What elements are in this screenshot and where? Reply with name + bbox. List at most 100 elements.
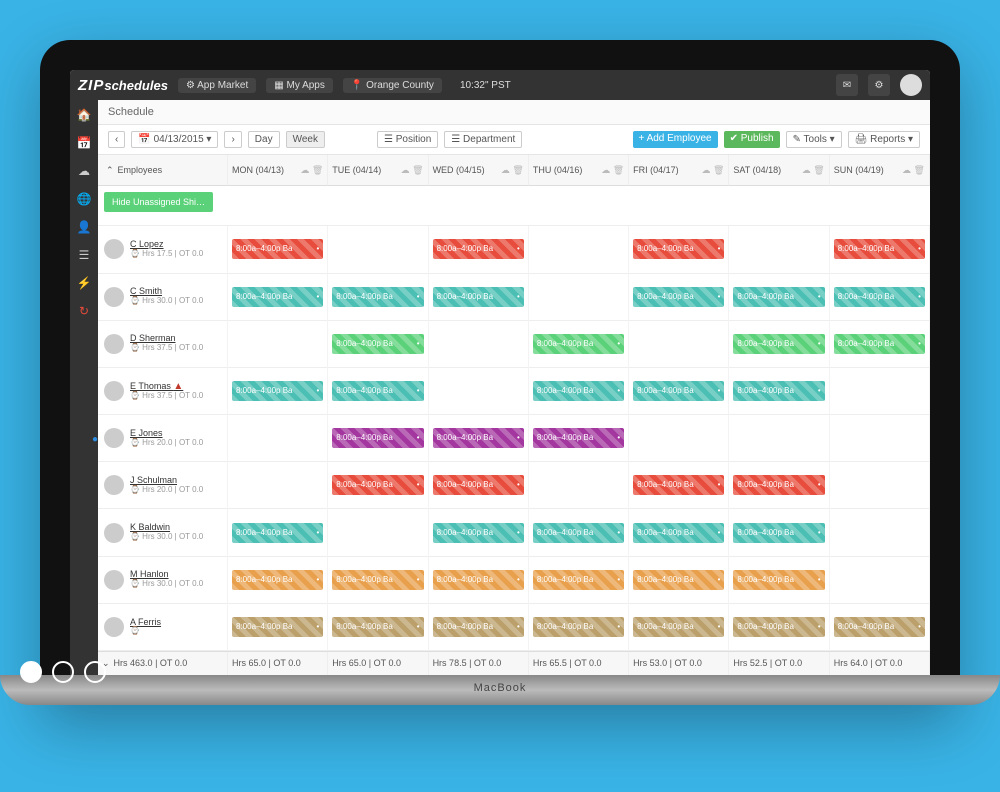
shift-block[interactable]: 8:00a–4:00p Ba [633, 239, 724, 259]
empty-cell[interactable] [529, 226, 629, 273]
shift-cell[interactable]: 8:00a–4:00p Ba [729, 557, 829, 604]
my-apps-button[interactable]: ▦ My Apps [266, 78, 333, 93]
shift-cell[interactable]: 8:00a–4:00p Ba [228, 509, 328, 556]
shift-cell[interactable]: 8:00a–4:00p Ba [830, 321, 930, 368]
shift-cell[interactable]: 8:00a–4:00p Ba [328, 368, 428, 415]
view-day-button[interactable]: Day [248, 131, 280, 148]
app-market-button[interactable]: ⚙ App Market [178, 78, 256, 93]
sidebar-list-icon[interactable]: ☰ [79, 248, 90, 262]
shift-cell[interactable]: 8:00a–4:00p Ba [729, 462, 829, 509]
brand[interactable]: ZIPschedules [78, 77, 168, 94]
shift-block[interactable]: 8:00a–4:00p Ba [433, 617, 524, 637]
mail-icon[interactable]: ✉ [836, 74, 858, 96]
employee-cell[interactable]: C Smith ⌚ Hrs 30.0 | OT 0.0 [98, 274, 228, 321]
sidebar-user-icon[interactable]: 👤 [77, 220, 92, 234]
shift-block[interactable]: 8:00a–4:00p Ba [633, 570, 724, 590]
shift-block[interactable]: 8:00a–4:00p Ba [533, 428, 624, 448]
employee-cell[interactable]: K Baldwin ⌚ Hrs 30.0 | OT 0.0 [98, 509, 228, 556]
shift-block[interactable]: 8:00a–4:00p Ba [633, 523, 724, 543]
shift-cell[interactable]: 8:00a–4:00p Ba [328, 604, 428, 651]
empty-cell[interactable] [629, 415, 729, 462]
shift-block[interactable]: 8:00a–4:00p Ba [332, 617, 423, 637]
shift-cell[interactable]: 8:00a–4:00p Ba [729, 604, 829, 651]
day-header[interactable]: THU (04/16)☁ 🗑 [529, 155, 629, 186]
shift-block[interactable]: 8:00a–4:00p Ba [332, 570, 423, 590]
day-header[interactable]: FRI (04/17)☁ 🗑 [629, 155, 729, 186]
shift-block[interactable]: 8:00a–4:00p Ba [533, 523, 624, 543]
empty-cell[interactable] [228, 462, 328, 509]
empty-cell[interactable] [429, 368, 529, 415]
empty-cell[interactable] [328, 226, 428, 273]
empty-cell[interactable] [529, 274, 629, 321]
shift-cell[interactable]: 8:00a–4:00p Ba [529, 604, 629, 651]
shift-cell[interactable]: 8:00a–4:00p Ba [429, 557, 529, 604]
sidebar-calendar-icon[interactable]: 📅 [77, 136, 92, 150]
shift-cell[interactable]: 8:00a–4:00p Ba [228, 226, 328, 273]
next-button[interactable]: › [224, 131, 241, 148]
employee-cell[interactable]: C Lopez ⌚ Hrs 17.5 | OT 0.0 [98, 226, 228, 273]
shift-block[interactable]: 8:00a–4:00p Ba [433, 428, 524, 448]
shift-block[interactable]: 8:00a–4:00p Ba [232, 570, 323, 590]
shift-cell[interactable]: 8:00a–4:00p Ba [328, 557, 428, 604]
shift-cell[interactable]: 8:00a–4:00p Ba [729, 368, 829, 415]
sidebar-home-icon[interactable]: 🏠 [77, 108, 92, 122]
employee-cell[interactable]: J Schulman ⌚ Hrs 20.0 | OT 0.0 [98, 462, 228, 509]
shift-cell[interactable]: 8:00a–4:00p Ba [429, 604, 529, 651]
day-header[interactable]: WED (04/15)☁ 🗑 [429, 155, 529, 186]
prev-button[interactable]: ‹ [108, 131, 125, 148]
location-button[interactable]: 📍 Orange County [343, 78, 442, 93]
shift-cell[interactable]: 8:00a–4:00p Ba [529, 509, 629, 556]
day-header[interactable]: SAT (04/18)☁ 🗑 [729, 155, 829, 186]
shift-cell[interactable]: 8:00a–4:00p Ba [529, 415, 629, 462]
position-button[interactable]: ☰ Position [377, 131, 438, 148]
shift-cell[interactable]: 8:00a–4:00p Ba [729, 274, 829, 321]
empty-cell[interactable] [830, 415, 930, 462]
empty-cell[interactable] [629, 321, 729, 368]
shift-cell[interactable]: 8:00a–4:00p Ba [629, 274, 729, 321]
add-employee-button[interactable]: + Add Employee [633, 131, 718, 148]
empty-cell[interactable] [429, 321, 529, 368]
shift-block[interactable]: 8:00a–4:00p Ba [834, 287, 925, 307]
shift-block[interactable]: 8:00a–4:00p Ba [733, 523, 824, 543]
shift-block[interactable]: 8:00a–4:00p Ba [332, 475, 423, 495]
shift-block[interactable]: 8:00a–4:00p Ba [633, 381, 724, 401]
shift-cell[interactable]: 8:00a–4:00p Ba [228, 274, 328, 321]
employee-cell[interactable]: ● E Jones ⌚ Hrs 20.0 | OT 0.0 [98, 415, 228, 462]
shift-cell[interactable]: 8:00a–4:00p Ba [629, 368, 729, 415]
shift-cell[interactable]: 8:00a–4:00p Ba [328, 274, 428, 321]
shift-cell[interactable]: 8:00a–4:00p Ba [629, 226, 729, 273]
shift-block[interactable]: 8:00a–4:00p Ba [433, 287, 524, 307]
shift-block[interactable]: 8:00a–4:00p Ba [232, 617, 323, 637]
empty-cell[interactable] [830, 368, 930, 415]
shift-block[interactable]: 8:00a–4:00p Ba [332, 334, 423, 354]
employee-cell[interactable]: A Ferris ⌚ [98, 604, 228, 651]
department-button[interactable]: ☰ Department [444, 131, 522, 148]
day-header[interactable]: MON (04/13)☁ 🗑 [228, 155, 328, 186]
tools-button[interactable]: ✎ Tools ▾ [786, 131, 842, 148]
shift-block[interactable]: 8:00a–4:00p Ba [433, 475, 524, 495]
shift-block[interactable]: 8:00a–4:00p Ba [834, 334, 925, 354]
shift-cell[interactable]: 8:00a–4:00p Ba [830, 226, 930, 273]
shift-block[interactable]: 8:00a–4:00p Ba [232, 381, 323, 401]
empty-cell[interactable] [328, 509, 428, 556]
shift-block[interactable]: 8:00a–4:00p Ba [633, 475, 724, 495]
sidebar-refresh-icon[interactable]: ↻ [79, 304, 89, 318]
reports-button[interactable]: 🖨 Reports ▾ [848, 131, 920, 148]
shift-cell[interactable]: 8:00a–4:00p Ba [629, 557, 729, 604]
shift-cell[interactable]: 8:00a–4:00p Ba [429, 226, 529, 273]
shift-block[interactable]: 8:00a–4:00p Ba [733, 334, 824, 354]
shift-block[interactable]: 8:00a–4:00p Ba [232, 239, 323, 259]
empty-cell[interactable] [830, 557, 930, 604]
shift-block[interactable]: 8:00a–4:00p Ba [633, 287, 724, 307]
shift-cell[interactable]: 8:00a–4:00p Ba [429, 274, 529, 321]
shift-block[interactable]: 8:00a–4:00p Ba [232, 287, 323, 307]
shift-cell[interactable]: 8:00a–4:00p Ba [228, 368, 328, 415]
shift-cell[interactable]: 8:00a–4:00p Ba [729, 509, 829, 556]
shift-cell[interactable]: 8:00a–4:00p Ba [729, 321, 829, 368]
shift-block[interactable]: 8:00a–4:00p Ba [533, 334, 624, 354]
shift-block[interactable]: 8:00a–4:00p Ba [533, 381, 624, 401]
shift-cell[interactable]: 8:00a–4:00p Ba [429, 509, 529, 556]
empty-cell[interactable] [529, 462, 629, 509]
sidebar-cloud-icon[interactable]: ☁ [78, 164, 90, 178]
shift-cell[interactable]: 8:00a–4:00p Ba [529, 321, 629, 368]
